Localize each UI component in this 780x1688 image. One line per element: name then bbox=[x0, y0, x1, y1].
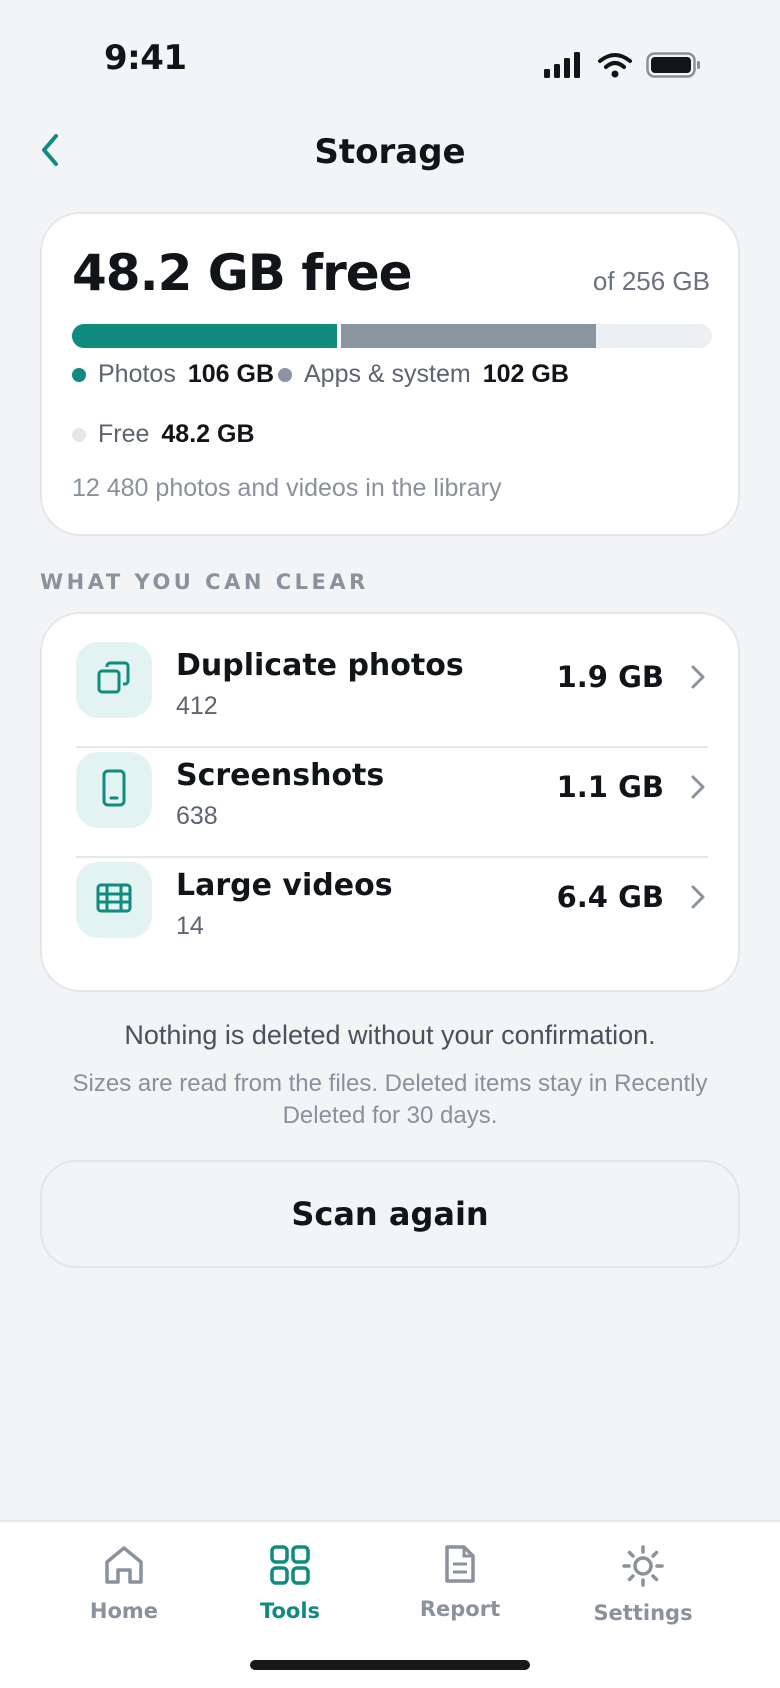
copy-icon bbox=[96, 660, 132, 701]
tab-settings[interactable]: Settings bbox=[573, 1544, 713, 1644]
free-space-title: 48.2 GB free bbox=[72, 244, 413, 302]
grid-icon bbox=[269, 1544, 311, 1591]
total-capacity-label: of 256 GB bbox=[592, 266, 710, 296]
list-item-screenshots[interactable]: Screenshots 638 1.1 GB bbox=[72, 732, 712, 842]
library-count-text: 12 480 photos and videos in the library bbox=[72, 474, 502, 502]
item-size: 6.4 GB bbox=[556, 880, 664, 914]
item-count: 638 bbox=[176, 802, 218, 830]
tab-label: Home bbox=[89, 1599, 159, 1623]
legend-apps: Apps & system 102 GB bbox=[278, 360, 569, 389]
legend-free-label: Free bbox=[98, 420, 150, 448]
gear-icon bbox=[621, 1544, 665, 1593]
list-item-large-videos[interactable]: Large videos 14 6.4 GB bbox=[72, 842, 712, 952]
status-icons bbox=[544, 52, 702, 83]
clearable-items-card: Duplicate photos 412 1.9 GB Screenshots … bbox=[40, 612, 740, 992]
usage-bar-photos bbox=[72, 324, 337, 348]
chevron-right-icon bbox=[684, 662, 712, 692]
item-size: 1.1 GB bbox=[556, 770, 664, 804]
free-dot bbox=[72, 427, 86, 442]
status-bar: 9:41 bbox=[0, 0, 780, 120]
item-title: Large videos bbox=[176, 868, 393, 903]
wifi-icon bbox=[598, 52, 632, 83]
detail-note: Sizes are read from the files. Deleted i… bbox=[72, 1070, 708, 1129]
legend-photos-label: Photos bbox=[98, 360, 176, 388]
home-icon bbox=[102, 1544, 146, 1591]
section-label: WHAT YOU CAN CLEAR bbox=[40, 570, 369, 594]
row-icon-container bbox=[76, 752, 152, 828]
legend-apps-value: 102 GB bbox=[482, 360, 569, 388]
chevron-right-icon bbox=[684, 882, 712, 912]
item-count: 14 bbox=[176, 912, 204, 940]
row-icon-container bbox=[76, 642, 152, 718]
nav-header: Storage bbox=[0, 120, 780, 184]
status-time: 9:41 bbox=[104, 38, 187, 78]
legend-apps-label: Apps & system bbox=[304, 360, 471, 388]
phone-icon bbox=[99, 769, 129, 812]
tab-label: Report bbox=[419, 1597, 501, 1621]
tab-tools[interactable]: Tools bbox=[220, 1544, 360, 1644]
item-size: 1.9 GB bbox=[556, 660, 664, 694]
row-icon-container bbox=[76, 862, 152, 938]
tab-home[interactable]: Home bbox=[54, 1544, 194, 1644]
storage-summary-card: 48.2 GB free of 256 GB Photos 106 GB App… bbox=[40, 212, 740, 536]
legend-photos-value: 106 GB bbox=[187, 360, 275, 388]
legend-free: Free 48.2 GB bbox=[72, 420, 255, 449]
apps-dot bbox=[278, 367, 292, 382]
tab-report[interactable]: Report bbox=[390, 1544, 530, 1644]
film-icon bbox=[95, 882, 133, 919]
item-count: 412 bbox=[176, 692, 218, 720]
item-title: Duplicate photos bbox=[176, 648, 464, 683]
photos-dot bbox=[72, 367, 86, 382]
item-title: Screenshots bbox=[176, 758, 385, 793]
scan-again-button[interactable]: Scan again bbox=[40, 1160, 740, 1268]
storage-usage-bar bbox=[72, 324, 712, 348]
battery-icon bbox=[646, 52, 702, 83]
usage-bar-apps bbox=[340, 324, 596, 348]
tab-label: Settings bbox=[593, 1601, 693, 1625]
home-indicator bbox=[250, 1660, 530, 1670]
document-icon bbox=[443, 1544, 477, 1589]
signal-icon bbox=[544, 52, 584, 83]
list-item-duplicate-photos[interactable]: Duplicate photos 412 1.9 GB bbox=[72, 622, 712, 732]
tab-label: Tools bbox=[259, 1599, 321, 1623]
legend-free-value: 48.2 GB bbox=[161, 420, 255, 448]
chevron-right-icon bbox=[684, 772, 712, 802]
page-title: Storage bbox=[314, 132, 466, 172]
confirmation-note: Nothing is deleted without your confirma… bbox=[124, 1020, 656, 1050]
legend-photos: Photos 106 GB bbox=[72, 360, 274, 389]
